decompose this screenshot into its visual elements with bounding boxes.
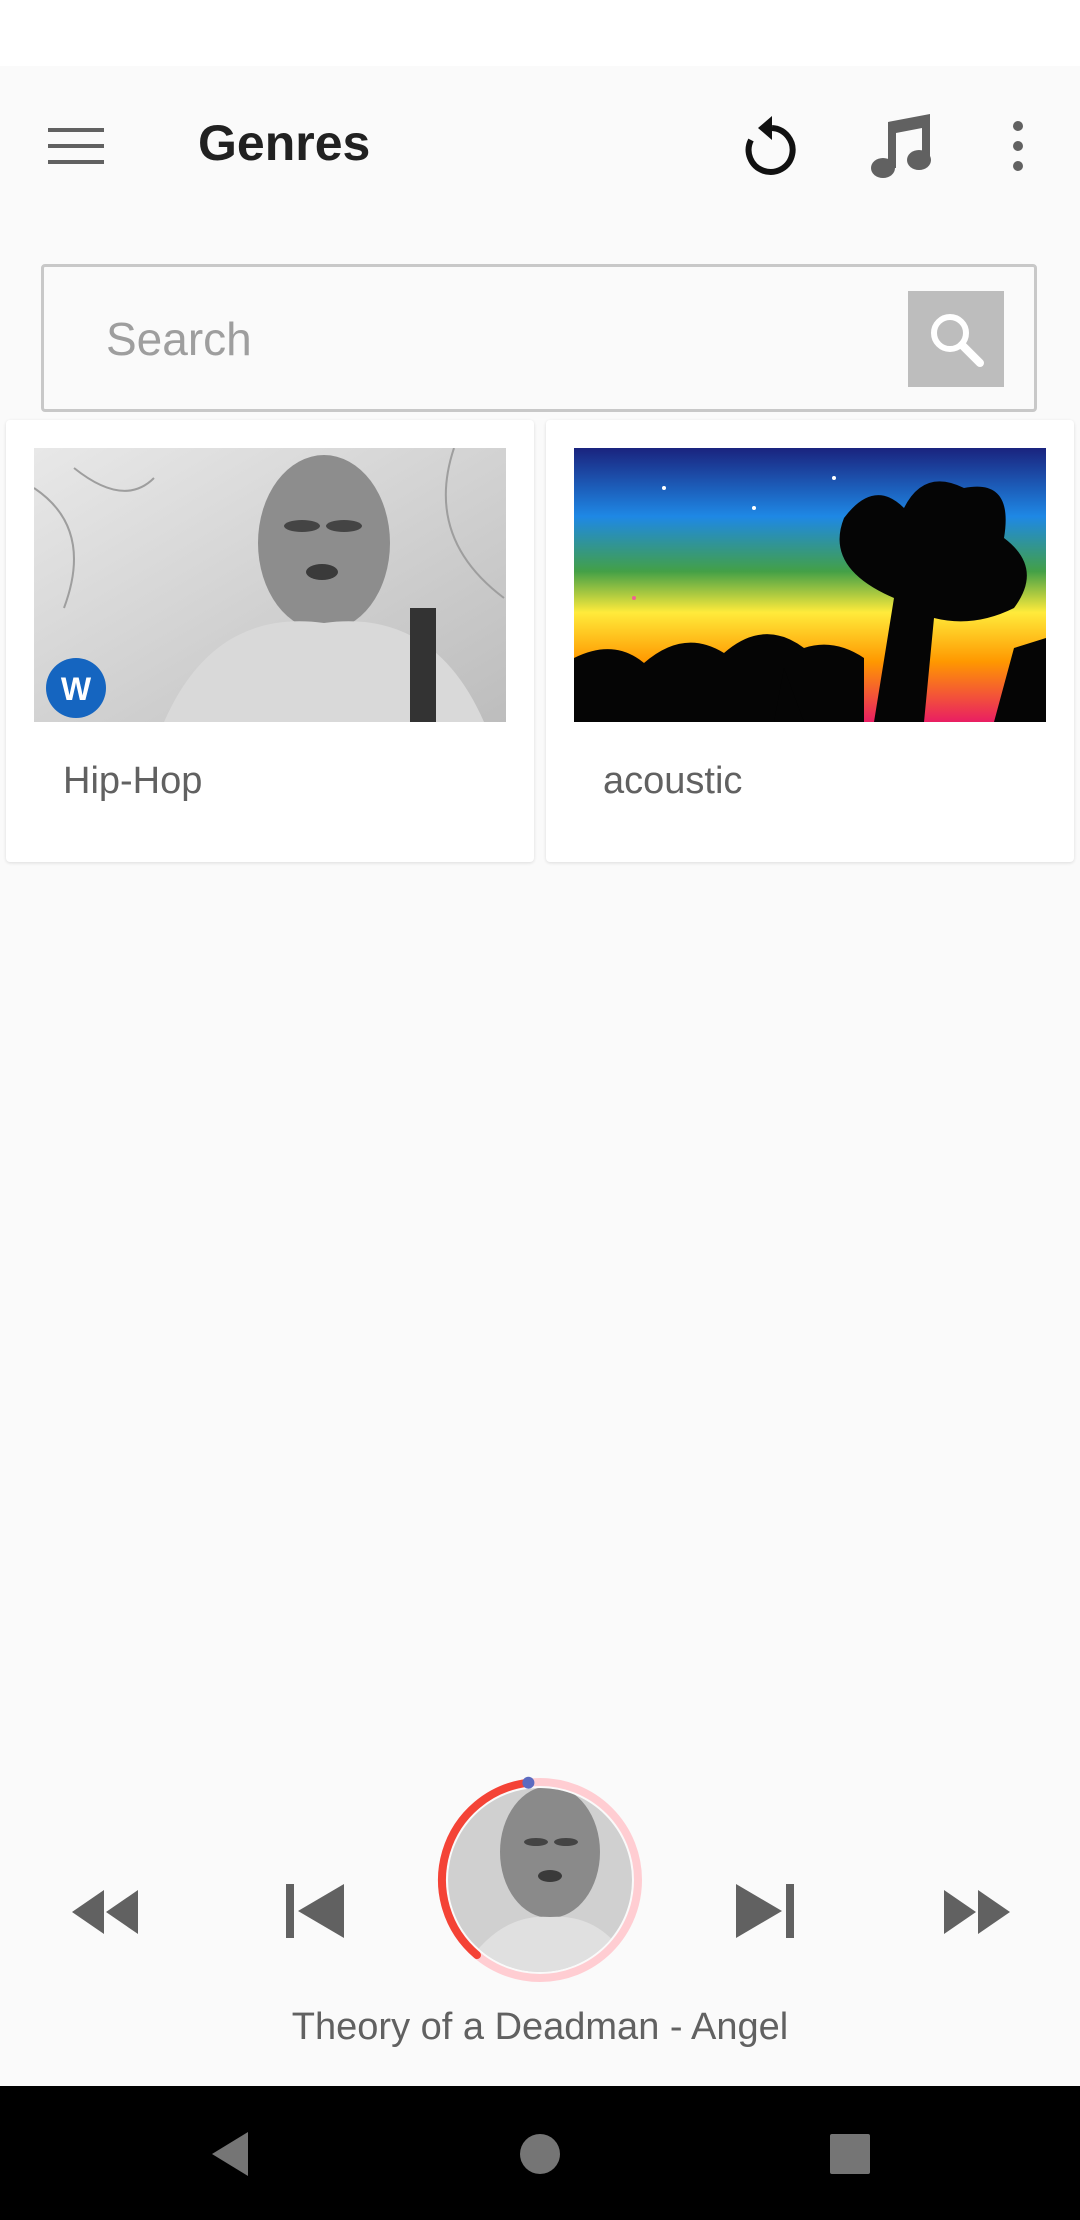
search-input[interactable] (104, 305, 908, 373)
app-bar: Genres (0, 66, 1080, 226)
music-note-icon[interactable] (866, 110, 938, 182)
progress-knob[interactable] (522, 1776, 535, 1789)
genre-card-acoustic[interactable]: acoustic (546, 420, 1074, 862)
genre-thumbnail: W (34, 448, 506, 722)
player-bar: Theory of a Deadman - Angel (0, 1760, 1080, 2086)
search-box (41, 264, 1037, 412)
search-button[interactable] (908, 291, 1004, 387)
svg-text:W: W (61, 671, 92, 707)
fast-rewind-icon[interactable] (68, 1882, 142, 1942)
skip-previous-icon[interactable] (282, 1878, 348, 1944)
more-vert-icon[interactable] (996, 110, 1040, 182)
replay-icon[interactable] (736, 110, 808, 182)
nav-back-icon[interactable] (202, 2124, 262, 2184)
genre-thumbnail (574, 448, 1046, 722)
genre-card-hip-hop[interactable]: W Hip-Hop (6, 420, 534, 862)
genre-label: acoustic (603, 760, 743, 802)
nav-home-icon[interactable] (510, 2124, 570, 2184)
now-playing-title[interactable]: Theory of a Deadman - Angel (0, 2006, 1080, 2049)
genre-label: Hip-Hop (63, 760, 203, 802)
page-title: Genres (198, 115, 371, 171)
skip-next-icon[interactable] (732, 1878, 798, 1944)
system-nav-bar (0, 2086, 1080, 2220)
now-playing-artwork[interactable] (432, 1772, 648, 1988)
menu-icon[interactable] (46, 124, 106, 168)
status-bar (0, 0, 1080, 66)
nav-recents-icon[interactable] (820, 2124, 880, 2184)
fast-forward-icon[interactable] (940, 1882, 1014, 1942)
search-icon (931, 314, 984, 367)
